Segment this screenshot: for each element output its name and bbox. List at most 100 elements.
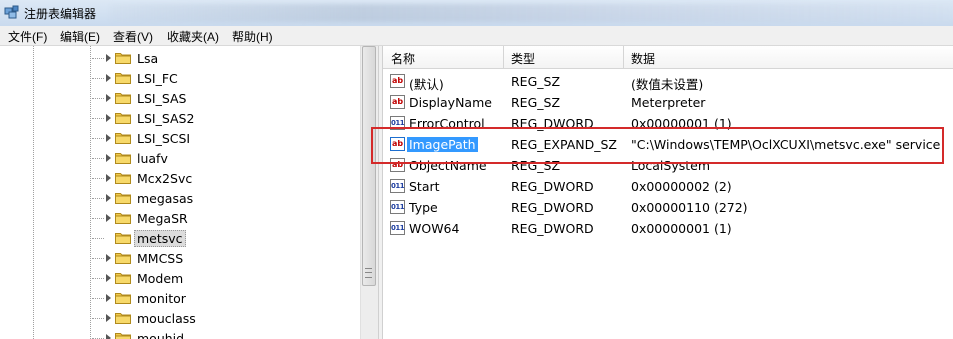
column-header-data[interactable]: 数据 <box>631 50 655 67</box>
tree-connector <box>92 198 104 199</box>
value-name: WOW64 <box>409 221 460 236</box>
menu-bar: 文件(F) 编辑(E) 查看(V) 收藏夹(A) 帮助(H) <box>0 26 953 46</box>
tree-item[interactable]: luafv <box>92 148 352 168</box>
tree-guide-line <box>33 46 35 339</box>
tree-scrollbar[interactable] <box>360 46 378 339</box>
tree-item-label: megasas <box>137 191 194 206</box>
value-row[interactable]: ab DisplayName REG_SZ Meterpreter <box>383 92 953 113</box>
binary-value-icon: 011 <box>390 179 405 193</box>
tree-item[interactable]: MegaSR <box>92 208 352 228</box>
expand-arrow-icon[interactable] <box>106 114 111 122</box>
folder-icon <box>115 271 131 284</box>
tree-item-label: LSI_SCSI <box>137 131 191 146</box>
value-data: 0x00000001 (1) <box>631 221 732 236</box>
tree-item[interactable]: mouhid <box>92 328 352 339</box>
menu-view[interactable]: 查看(V) <box>111 28 155 45</box>
tree-connector <box>92 118 104 119</box>
tree-item-label: mouclass <box>137 311 196 326</box>
expand-arrow-icon[interactable] <box>106 294 111 302</box>
column-header-type[interactable]: 类型 <box>511 50 535 67</box>
expand-arrow-icon[interactable] <box>106 174 111 182</box>
tree-scrollbar-thumb[interactable] <box>362 46 376 286</box>
tree-item[interactable]: monitor <box>92 288 352 308</box>
tree-item-label: LSI_SAS <box>137 91 187 106</box>
expand-arrow-icon[interactable] <box>106 134 111 142</box>
tree-connector <box>92 318 104 319</box>
annotation-highlight-box <box>371 127 944 164</box>
tree-item-label: monitor <box>137 291 186 306</box>
tree-item-label: LSI_SAS2 <box>137 111 195 126</box>
folder-icon <box>115 331 131 339</box>
expand-arrow-icon[interactable] <box>106 154 111 162</box>
expand-arrow-icon[interactable] <box>106 54 111 62</box>
registry-tree[interactable]: Lsa LSI_FC LSI_SAS LSI_SAS2 LSI_SCSIluafv Mcx… <box>0 46 378 339</box>
tree-item-label: MegaSR <box>137 211 188 226</box>
value-type: REG_SZ <box>511 95 561 110</box>
tree-item-label: luafv <box>137 151 168 166</box>
value-data: (数值未设置) <box>631 77 704 92</box>
value-row[interactable]: 011 Type REG_DWORD 0x00000110 (272) <box>383 197 953 218</box>
value-data: 0x00000110 (272) <box>631 200 748 215</box>
regedit-icon <box>4 5 19 19</box>
expand-arrow-icon[interactable] <box>106 74 111 82</box>
tree-connector <box>92 138 104 139</box>
tree-item-label: Mcx2Svc <box>137 171 193 186</box>
expand-arrow-icon[interactable] <box>106 94 111 102</box>
value-name: Start <box>409 179 440 194</box>
values-list[interactable]: 名称 类型 数据 ab (默认) REG_SZ (数值未设置) ab DisplayNam… <box>383 46 953 339</box>
tree-connector <box>92 178 104 179</box>
tree-item[interactable]: megasas <box>92 188 352 208</box>
column-divider[interactable] <box>623 46 624 68</box>
folder-icon <box>115 51 131 64</box>
value-row[interactable]: 011 Start REG_DWORD 0x00000002 (2) <box>383 176 953 197</box>
string-value-icon: ab <box>390 95 405 109</box>
window-title: 注册表编辑器 <box>24 7 97 21</box>
value-row[interactable]: 011 WOW64 REG_DWORD 0x00000001 (1) <box>383 218 953 239</box>
expand-arrow-icon[interactable] <box>106 314 111 322</box>
value-data: 0x00000002 (2) <box>631 179 732 194</box>
value-type: REG_DWORD <box>511 200 594 215</box>
tree-item-label: Lsa <box>137 51 159 66</box>
tree-item[interactable]: metsvc <box>92 228 352 248</box>
tree-item[interactable]: LSI_SAS <box>92 88 352 108</box>
tree-connector <box>92 258 104 259</box>
tree-item[interactable]: MMCSS <box>92 248 352 268</box>
tree-item-label: metsvc <box>134 230 186 247</box>
tree-item[interactable]: Mcx2Svc <box>92 168 352 188</box>
value-type: REG_DWORD <box>511 179 594 194</box>
binary-value-icon: 011 <box>390 200 405 214</box>
blurred-window-title-overlay <box>110 4 953 22</box>
menu-file[interactable]: 文件(F) <box>6 28 49 45</box>
tree-item[interactable]: LSI_FC <box>92 68 352 88</box>
column-divider[interactable] <box>503 46 504 68</box>
menu-edit[interactable]: 编辑(E) <box>58 28 102 45</box>
expand-arrow-icon[interactable] <box>106 254 111 262</box>
folder-icon <box>115 311 131 324</box>
value-name: DisplayName <box>409 95 492 110</box>
expand-arrow-icon[interactable] <box>106 194 111 202</box>
column-header-name[interactable]: 名称 <box>391 50 415 67</box>
expand-arrow-icon[interactable] <box>106 334 111 339</box>
expand-arrow-icon[interactable] <box>106 214 111 222</box>
value-type: REG_DWORD <box>511 221 594 236</box>
tree-item[interactable]: Modem <box>92 268 352 288</box>
tree-connector <box>92 58 104 59</box>
tree-item[interactable]: LSI_SCSI <box>92 128 352 148</box>
tree-item[interactable]: mouclass <box>92 308 352 328</box>
list-header: 名称 类型 数据 <box>383 46 953 69</box>
folder-icon <box>115 171 131 184</box>
menu-help[interactable]: 帮助(H) <box>230 28 275 45</box>
value-name: Type <box>409 200 438 215</box>
string-value-icon: ab <box>390 74 405 88</box>
tree-connector <box>92 78 104 79</box>
tree-connector <box>92 238 104 239</box>
folder-icon <box>115 111 131 124</box>
tree-item[interactable]: Lsa <box>92 48 352 68</box>
tree-connector <box>92 298 104 299</box>
menu-favorites[interactable]: 收藏夹(A) <box>165 28 221 45</box>
value-row[interactable]: ab (默认) REG_SZ (数值未设置) <box>383 71 953 92</box>
tree-item[interactable]: LSI_SAS2 <box>92 108 352 128</box>
folder-icon <box>115 291 131 304</box>
expand-arrow-icon[interactable] <box>106 274 111 282</box>
value-type: REG_SZ <box>511 74 561 89</box>
